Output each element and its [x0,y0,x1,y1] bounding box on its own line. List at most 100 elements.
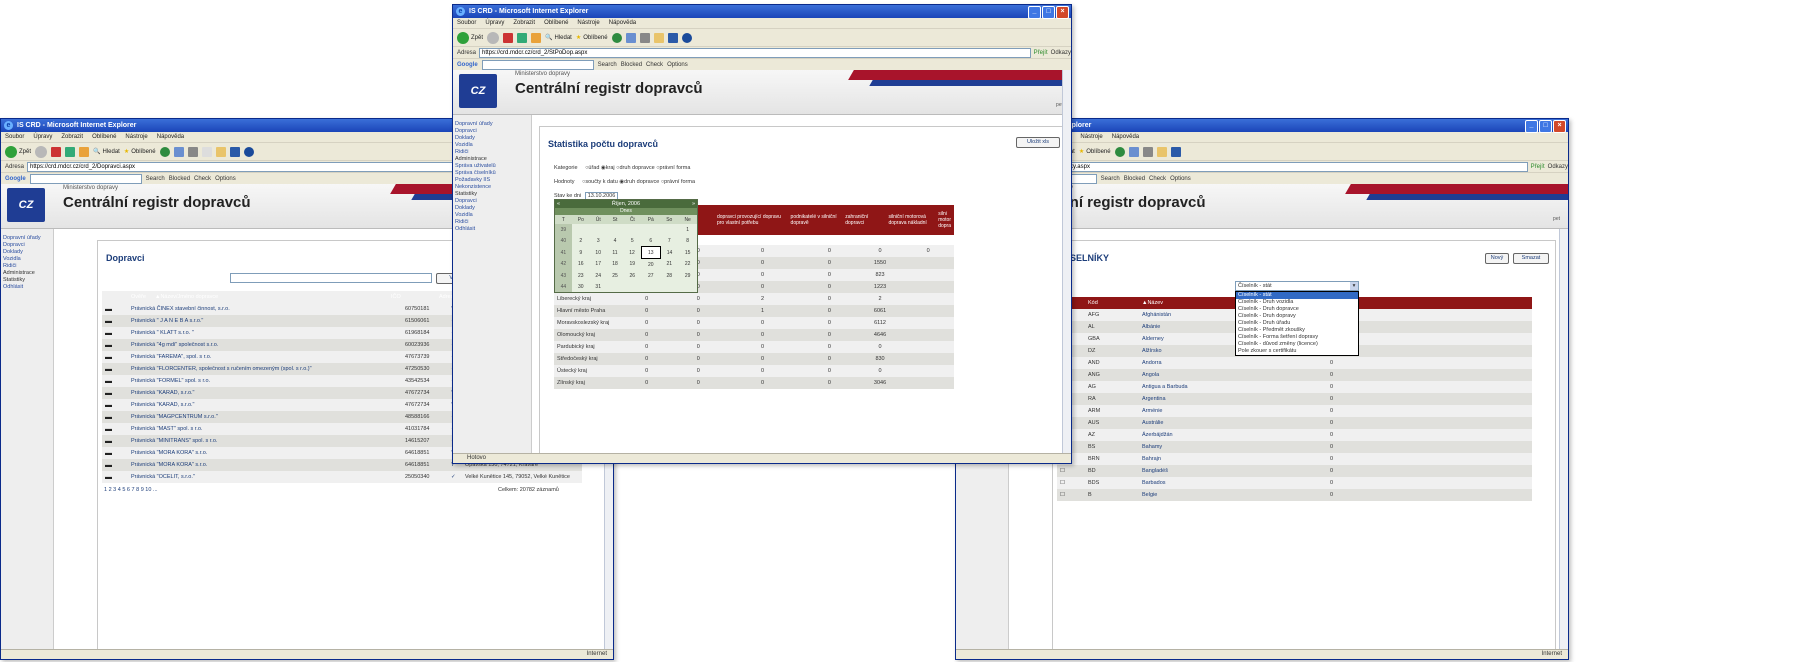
dropdown-option[interactable]: Číselník - Forma šetření dopravy [1236,334,1358,341]
messenger-icon[interactable] [1170,146,1181,157]
options-button[interactable]: Options [667,62,688,68]
col-name[interactable]: ▲Název/Jméno dopravce [152,291,388,303]
carrier-name-link[interactable]: Právnická "4g mdi" společnost s.r.o. [128,339,402,351]
col-road-entrepreneurs[interactable]: podnikatelé v silniční dopravě [787,205,843,235]
calendar-day[interactable] [607,281,624,292]
vertical-scrollbar[interactable] [1559,229,1568,650]
favorites-button[interactable]: ★ Oblíbené [1079,148,1111,156]
calendar-day[interactable]: 29 [678,270,697,281]
popup-blocked-label[interactable]: Blocked [169,176,190,182]
carrier-name-link[interactable]: Právnická ČINEX stavební činnost, s.r.o. [128,303,402,315]
sidebar-item-transport-offices[interactable]: Dopravní úřady [3,235,51,242]
calendar-day[interactable]: 27 [641,270,660,281]
options-button[interactable]: Options [215,176,236,182]
sidebar-item[interactable]: Řidiči [455,219,529,226]
back-button[interactable]: Zpět [5,145,31,158]
calendar-day[interactable]: 15 [678,247,697,259]
maximize-button[interactable]: □ [1042,6,1055,19]
carrier-name-link[interactable]: Právnická "FAREMA", spol. s r.o. [128,351,402,363]
values-radio-carrier-type[interactable]: ◉druh dopravce [619,179,659,185]
search-input[interactable] [230,273,432,283]
calendar-day[interactable] [678,281,697,292]
calendar-day[interactable] [660,224,678,235]
delete-button[interactable]: Smazat [1513,253,1549,264]
sidebar-item[interactable]: Dopravci [455,128,529,135]
category-radio-legal-form[interactable]: ○právní forma [656,165,690,171]
sidebar-item-carriers[interactable]: Dopravci [3,242,51,249]
export-xls-button[interactable]: Uložit xls [1016,137,1060,148]
carrier-name-link[interactable]: Právnická "MORA KORA" s.r.o. [128,447,402,459]
row-checkbox[interactable]: ☐ [1057,465,1085,477]
window-titlebar[interactable]: e IS CRD - Microsoft Internet Explorer _… [453,5,1071,19]
row-checkbox[interactable]: ☐ [1057,477,1085,489]
row-checkbox[interactable]: ☐ [1057,489,1085,501]
sidebar-item[interactable]: Statistiky [455,191,529,198]
history-icon[interactable] [611,32,622,43]
popup-blocked-label[interactable]: Blocked [621,62,642,68]
google-search-button[interactable]: Search [146,176,165,182]
stop-icon[interactable] [51,146,62,157]
print-icon[interactable] [639,32,650,43]
col-road-motor[interactable]: silni motor dopra [935,205,954,235]
calendar-day[interactable]: 4 [607,235,624,247]
go-button[interactable]: Přejít [1034,50,1048,56]
check-button[interactable]: Check [194,176,211,182]
calendar-day[interactable]: 14 [660,247,678,259]
calendar-day[interactable]: 8 [678,235,697,247]
carrier-name-link[interactable]: Právnická "MORA KORA" s.r.o. [128,459,402,471]
go-button[interactable]: Přejít [1531,164,1545,170]
sidebar-item[interactable]: Doklady [455,135,529,142]
print-icon[interactable] [1142,146,1153,157]
dropdown-option[interactable]: Pole zkouer s certifikátu [1236,348,1358,355]
codelist-dropdown[interactable]: Číselník - stát Číselník - Druh vozidla Čí… [1235,291,1359,356]
close-button[interactable]: × [1553,120,1566,133]
sidebar-item[interactable]: Správa uživatelů [455,163,529,170]
sidebar-item[interactable]: Požadavky IIS [455,177,529,184]
country-name-link[interactable]: Arménie [1139,405,1290,417]
menu-help[interactable]: Nápověda [609,20,636,26]
country-name-link[interactable]: Antigua a Barbuda [1139,381,1290,393]
calendar-day[interactable]: 17 [590,259,607,271]
values-radio-sum[interactable]: ○součty k datu [582,179,618,185]
calendar-day[interactable]: 7 [660,235,678,247]
sidebar-item[interactable]: Odhlásit [455,226,529,233]
carrier-name-link[interactable]: Právnická "KARAD, s.r.o." [128,399,402,411]
calendar-day[interactable]: 30 [572,281,590,292]
refresh-icon[interactable] [517,32,528,43]
category-radio-region[interactable]: ◉kraj [601,165,615,171]
calendar-day[interactable]: 3 [590,235,607,247]
carrier-name-link[interactable]: Právnická "MAGPCENTRUM s.r.o." [128,411,402,423]
search-button[interactable]: 🔍Hledat [93,148,120,156]
calendar-day[interactable]: 10 [590,247,607,259]
calendar-day[interactable]: 11 [607,247,624,259]
calendar-day[interactable]: 5 [623,235,641,247]
links-label[interactable]: Odkazy [1051,50,1071,56]
calendar-day[interactable]: 22 [678,259,697,271]
calendar-day[interactable] [572,224,590,235]
col-foreign-carriers[interactable]: zahraniční dopravci [842,205,886,235]
home-icon[interactable] [531,32,542,43]
sidebar-item[interactable]: Nekonzistence [455,184,529,191]
country-name-link[interactable]: Bangladéš [1139,465,1290,477]
carrier-name-link[interactable]: Právnická "FLORCENTER, společnost s ruče… [128,363,402,375]
forward-button[interactable] [487,31,500,44]
values-radio-legal-form[interactable]: ○právní forma [661,179,695,185]
col-ico[interactable]: IČO [388,291,436,303]
dropdown-option[interactable]: Číselník - Druh dopravce [1236,306,1358,313]
calendar-day[interactable]: 20 [641,259,660,271]
menu-tools[interactable]: Nástroje [577,20,599,26]
table-row[interactable]: ☐ B Belgie 0 [1057,489,1532,501]
carrier-name-link[interactable]: Právnická "MAST" spol. s r.o. [128,423,402,435]
calendar-day[interactable]: 1 [678,224,697,235]
mail-icon[interactable] [173,146,184,157]
stop-icon[interactable] [503,32,514,43]
calendar-day[interactable] [660,281,678,292]
col-verified[interactable]: Ověře [128,291,152,303]
carrier-name-link[interactable]: Právnická "MINITRANS" spol. s r.o. [128,435,402,447]
carrier-name-link[interactable]: Právnická "KARAD, s.r.o." [128,387,402,399]
messenger-icon[interactable] [229,146,240,157]
calendar-day[interactable] [641,281,660,292]
calendar-day[interactable]: 24 [590,270,607,281]
calendar-day[interactable]: 23 [572,270,590,281]
table-row[interactable]: ☐BSBahamy0 [1057,441,1532,453]
